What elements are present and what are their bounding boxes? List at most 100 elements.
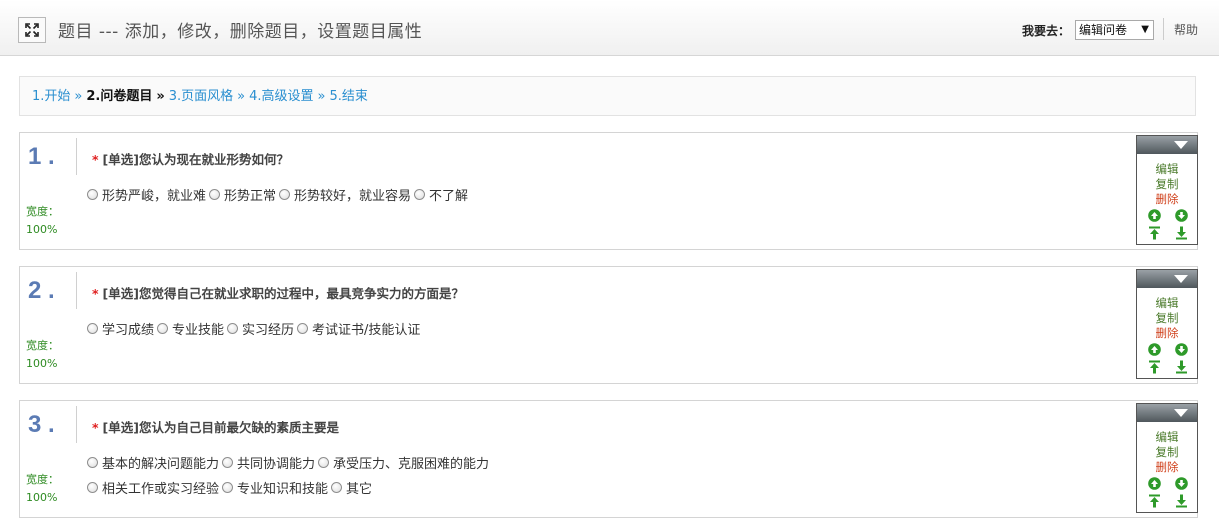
option[interactable]: 不了解 — [414, 185, 468, 204]
width-label: 宽度： — [26, 473, 59, 486]
move-up-icon[interactable] — [1148, 209, 1161, 222]
option-label: 形势较好，就业容易 — [294, 189, 412, 204]
option-label: 考试证书/技能认证 — [312, 323, 421, 338]
controls-menu-toggle[interactable] — [1137, 136, 1197, 154]
question-card-2[interactable]: 2 . 宽度： 100% * [单选]您觉得自己在就业求职的过程中，最具竞争实力的… — [19, 266, 1198, 384]
move-to-bottom-icon[interactable] — [1175, 226, 1188, 240]
move-controls-row — [1137, 343, 1197, 356]
option[interactable]: 基本的解决问题能力 — [87, 453, 219, 472]
delete-button[interactable]: 删除 — [1137, 460, 1197, 475]
option-label: 形势正常 — [224, 189, 277, 204]
edit-button[interactable]: 编辑 — [1137, 430, 1197, 445]
option-label: 实习经历 — [242, 323, 295, 338]
copy-button[interactable]: 复制 — [1137, 177, 1197, 192]
step-advanced-link[interactable]: 4.高级设置 — [249, 89, 313, 104]
option[interactable]: 学习成绩 — [87, 319, 154, 338]
delete-button[interactable]: 删除 — [1137, 192, 1197, 207]
move-edge-controls-row — [1137, 226, 1197, 240]
option[interactable]: 形势正常 — [209, 185, 276, 204]
goto-select[interactable]: 编辑问卷 ▼ — [1075, 20, 1154, 40]
expand-icon — [25, 23, 39, 37]
radio-button[interactable] — [87, 189, 98, 200]
breadcrumb-separator: » — [317, 89, 326, 104]
option[interactable]: 形势较好，就业容易 — [279, 185, 411, 204]
question-card-3[interactable]: 3 . 宽度： 100% * [单选]您认为自己目前最欠缺的素质主要是 基本的解决… — [19, 400, 1198, 518]
radio-button[interactable] — [87, 482, 98, 493]
top-bar: 题目 --- 添加，修改，删除题目，设置题目属性 我要去： 编辑问卷 ▼ 帮助 — [0, 0, 1219, 56]
breadcrumb-separator: » — [156, 89, 165, 104]
option[interactable]: 专业知识和技能 — [222, 478, 328, 497]
required-mark: * — [92, 152, 99, 167]
radio-button[interactable] — [222, 457, 234, 468]
triangle-down-icon — [1174, 409, 1188, 417]
move-up-icon[interactable] — [1148, 477, 1161, 490]
radio-button[interactable] — [157, 323, 169, 334]
controls-menu-toggle[interactable] — [1137, 404, 1197, 422]
divider — [76, 406, 77, 443]
edit-button[interactable]: 编辑 — [1137, 162, 1197, 177]
options-row: 形势严峻，就业难 形势正常 形势较好，就业容易 不了解 — [87, 185, 471, 204]
required-mark: * — [92, 286, 99, 301]
option[interactable]: 共同协调能力 — [222, 453, 315, 472]
move-to-top-icon[interactable] — [1148, 494, 1161, 508]
option[interactable]: 承受压力、克服困难的能力 — [318, 453, 489, 472]
step-end-link[interactable]: 5.结束 — [330, 89, 368, 104]
options-row: 基本的解决问题能力 共同协调能力 承受压力、克服困难的能力 — [87, 453, 492, 472]
triangle-down-icon — [1174, 275, 1188, 283]
radio-button[interactable] — [227, 323, 239, 334]
radio-button[interactable] — [318, 457, 330, 468]
option-label: 承受压力、克服困难的能力 — [333, 457, 490, 472]
move-to-bottom-icon[interactable] — [1175, 494, 1188, 508]
move-controls-row — [1137, 209, 1197, 222]
option-label: 专业知识和技能 — [237, 482, 329, 497]
option[interactable]: 其它 — [331, 478, 372, 497]
move-edge-controls-row — [1137, 494, 1197, 508]
move-down-icon[interactable] — [1175, 209, 1188, 222]
edit-button[interactable]: 编辑 — [1137, 296, 1197, 311]
step-start-link[interactable]: 1.开始 — [32, 89, 70, 104]
move-up-icon[interactable] — [1148, 343, 1161, 356]
copy-button[interactable]: 复制 — [1137, 445, 1197, 460]
question-number: 1 . — [28, 143, 55, 170]
option[interactable]: 形势严峻，就业难 — [87, 185, 206, 204]
move-to-top-icon[interactable] — [1148, 360, 1161, 374]
radio-button[interactable] — [414, 189, 426, 200]
dropdown-arrow-icon: ▼ — [1141, 24, 1149, 35]
question-title: * [单选]您认为自己目前最欠缺的素质主要是 — [92, 417, 339, 436]
fullscreen-button[interactable] — [18, 17, 46, 43]
move-down-icon[interactable] — [1175, 343, 1188, 356]
step-questions-current: 2.问卷题目 — [86, 89, 153, 104]
radio-button[interactable] — [331, 482, 343, 493]
options-row: 相关工作或实习经验 专业知识和技能 其它 — [87, 478, 375, 497]
radio-button[interactable] — [222, 482, 234, 493]
radio-button[interactable] — [209, 189, 221, 200]
breadcrumb-separator: » — [237, 89, 246, 104]
option[interactable]: 专业技能 — [157, 319, 224, 338]
radio-button[interactable] — [279, 189, 291, 200]
controls-menu-toggle[interactable] — [1137, 270, 1197, 288]
option[interactable]: 实习经历 — [227, 319, 294, 338]
option-label: 不了解 — [429, 189, 469, 204]
breadcrumb: 1.开始» 2.问卷题目» 3.页面风格» 4.高级设置» 5.结束 — [19, 76, 1196, 116]
option[interactable]: 相关工作或实习经验 — [87, 478, 219, 497]
move-down-icon[interactable] — [1175, 477, 1188, 490]
breadcrumb-separator: » — [74, 89, 83, 104]
options-row: 学习成绩 专业技能 实习经历 考试证书/技能认证 — [87, 319, 423, 338]
question-number: 2 . — [28, 277, 55, 304]
step-style-link[interactable]: 3.页面风格 — [169, 89, 233, 104]
page-title: 题目 --- 添加，修改，删除题目，设置题目属性 — [58, 22, 423, 42]
radio-button[interactable] — [87, 323, 98, 334]
width-label: 宽度： — [26, 205, 59, 218]
move-to-top-icon[interactable] — [1148, 226, 1161, 240]
radio-button[interactable] — [87, 457, 98, 468]
divider — [1163, 18, 1164, 40]
option[interactable]: 考试证书/技能认证 — [297, 319, 420, 338]
delete-button[interactable]: 删除 — [1137, 326, 1197, 341]
radio-button[interactable] — [297, 323, 309, 334]
move-to-bottom-icon[interactable] — [1175, 360, 1188, 374]
copy-button[interactable]: 复制 — [1137, 311, 1197, 326]
question-title: * [单选]您认为现在就业形势如何？ — [92, 149, 289, 168]
question-card-1[interactable]: 1 . 宽度： 100% * [单选]您认为现在就业形势如何？ 形势严峻，就业难 … — [19, 132, 1198, 250]
help-link[interactable]: 帮助 — [1174, 21, 1198, 38]
move-edge-controls-row — [1137, 360, 1197, 374]
